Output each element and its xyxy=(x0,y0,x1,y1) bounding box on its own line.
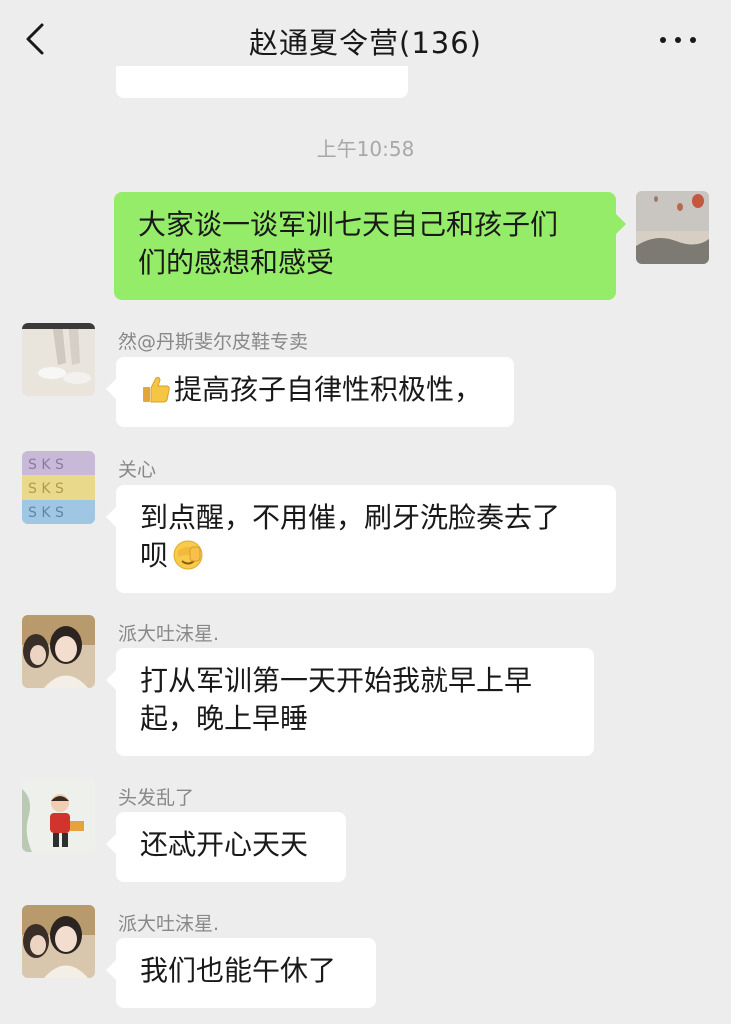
more-dots-icon xyxy=(660,37,666,43)
svg-text:S K S: S K S xyxy=(28,505,64,521)
portrait-avatar-image xyxy=(22,905,95,978)
child-avatar-image xyxy=(22,779,95,852)
sender-avatar[interactable] xyxy=(22,615,95,688)
sender-avatar[interactable] xyxy=(22,905,95,978)
thumbs-up-icon xyxy=(143,376,170,403)
svg-text:S K S: S K S xyxy=(28,481,64,497)
sender-name: 然@丹斯斐尔皮鞋专卖 xyxy=(118,331,309,353)
svg-text:S K S: S K S xyxy=(28,457,64,473)
message-text: 还忒开心天天 xyxy=(140,828,309,861)
message-timestamp: 上午10:58 xyxy=(316,137,415,161)
incoming-message-bubble[interactable]: 到点醒，不用催，刷牙洗脸奏去了 呗 xyxy=(106,485,616,593)
sender-avatar[interactable] xyxy=(22,323,95,396)
sender-avatar[interactable]: S K S S K S S K S xyxy=(22,451,95,524)
sender-name: 关心 xyxy=(118,459,157,481)
sender-avatar[interactable] xyxy=(22,779,95,852)
letters-avatar-image: S K S S K S S K S xyxy=(22,451,95,524)
message-text-line: 大家谈一谈军训七天自己和孩子们 xyxy=(138,208,559,241)
landscape-avatar-image xyxy=(636,191,709,264)
incoming-message-bubble[interactable]: 提高孩子自律性积极性， xyxy=(106,357,514,427)
message-text-line: 打从军训第一天开始我就早上早 xyxy=(140,664,533,697)
message-text-line: 到点醒，不用催，刷牙洗脸奏去了 xyxy=(140,501,561,534)
incoming-message-bubble[interactable]: 还忒开心天天 xyxy=(106,812,346,882)
shoes-avatar-image xyxy=(22,323,95,396)
message-text-line-wrap: 呗 xyxy=(140,537,592,575)
message-text-line: 起，晚上早睡 xyxy=(140,702,309,735)
message-text-line: 呗 xyxy=(140,539,169,572)
facepalm-emoji-icon xyxy=(173,540,203,570)
sender-name: 派大吐沫星. xyxy=(118,913,220,935)
message-text: 我们也能午休了 xyxy=(140,954,337,987)
portrait-avatar-image xyxy=(22,615,95,688)
previous-message-bubble[interactable] xyxy=(116,66,408,98)
outgoing-message-bubble[interactable]: 大家谈一谈军训七天自己和孩子们 们的感想和感受 xyxy=(114,192,626,300)
incoming-message-bubble[interactable]: 我们也能午休了 xyxy=(106,938,376,1008)
self-avatar[interactable] xyxy=(636,191,709,264)
message-text-line: 们的感想和感受 xyxy=(138,246,335,279)
more-options-button[interactable] xyxy=(656,24,702,54)
incoming-message-bubble[interactable]: 打从军训第一天开始我就早上早 起，晚上早睡 xyxy=(106,648,594,756)
sender-name: 头发乱了 xyxy=(118,787,195,809)
sender-name: 派大吐沫星. xyxy=(118,623,220,645)
chat-title: 赵通夏令营(136) xyxy=(249,26,482,60)
message-text: 提高孩子自律性积极性， xyxy=(174,373,483,406)
